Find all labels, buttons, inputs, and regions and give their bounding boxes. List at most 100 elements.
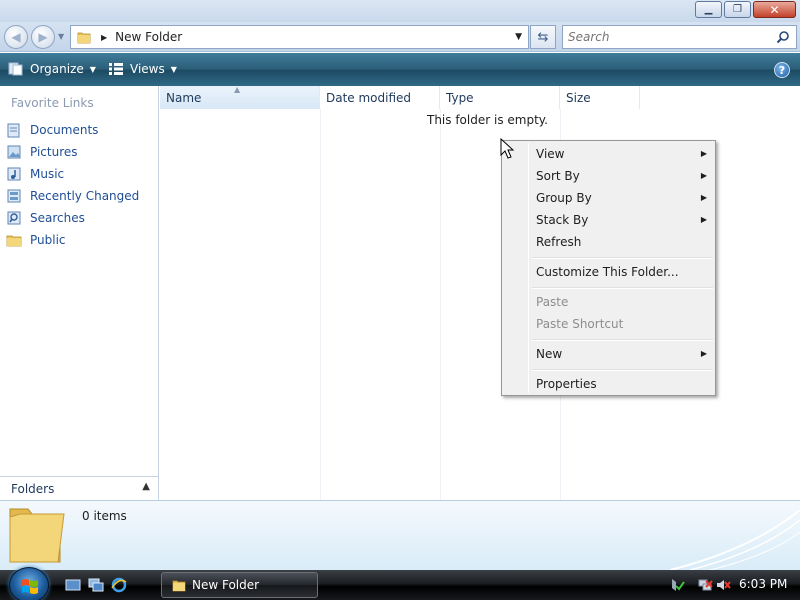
menu-item-label: Group By [536, 191, 592, 205]
search-box[interactable] [562, 25, 797, 49]
security-shield-icon[interactable] [669, 577, 685, 593]
nav-item-label: Recently Changed [30, 189, 140, 203]
submenu-arrow-icon: ▶ [700, 171, 707, 180]
column-headers: ▲ Name Date modified Type Size [160, 85, 800, 109]
nav-item-pictures[interactable]: Pictures [6, 141, 139, 163]
nav-item-documents[interactable]: Documents [6, 119, 139, 141]
column-header-name[interactable]: ▲ Name [160, 85, 320, 109]
organize-icon [8, 62, 23, 76]
back-arrow-icon: ◀ [11, 30, 21, 44]
nav-item-public[interactable]: Public [6, 229, 139, 251]
menu-separator [532, 339, 713, 341]
maximize-button[interactable]: ❐ [724, 1, 751, 18]
menu-item-paste-shortcut[interactable]: Paste Shortcut [504, 313, 713, 335]
folders-toggle[interactable]: Folders ▲ [0, 476, 158, 500]
show-desktop-icon[interactable] [65, 577, 81, 593]
nav-item-label: Public [30, 233, 66, 247]
menu-item-label: Paste Shortcut [536, 317, 624, 331]
column-header-date-modified[interactable]: Date modified [320, 86, 440, 109]
folder-icon [172, 580, 186, 592]
command-toolbar: Organize ▼ Views ▼ ? [0, 53, 800, 86]
address-bar[interactable]: ▶ New Folder ▼ [70, 25, 529, 49]
nav-item-recently-changed[interactable]: Recently Changed [6, 185, 139, 207]
submenu-arrow-icon: ▶ [700, 149, 707, 158]
chevron-up-icon[interactable]: ▲ [142, 481, 150, 492]
taskbar-button-new-folder[interactable]: New Folder [161, 572, 318, 598]
decorative-swoosh [669, 510, 800, 570]
breadcrumb-new-folder[interactable]: New Folder [115, 30, 182, 44]
taskbar: New Folder 6:03 PM [0, 567, 800, 600]
address-dropdown-icon[interactable]: ▼ [515, 32, 522, 42]
menu-item-label: Paste [536, 295, 569, 309]
search-icon[interactable] [776, 30, 790, 44]
menu-item-view[interactable]: View ▶ [504, 143, 713, 165]
address-row: ◀ ▶ ▼ ▶ New Folder ▼ ⇆ [0, 22, 800, 52]
submenu-arrow-icon: ▶ [700, 193, 707, 202]
views-dropdown-icon[interactable]: ▼ [171, 65, 177, 74]
help-button[interactable]: ? [774, 62, 790, 78]
organize-button[interactable]: Organize ▼ [8, 62, 96, 76]
menu-item-customize-this-folder[interactable]: Customize This Folder... [504, 261, 713, 283]
menu-item-label: Refresh [536, 235, 582, 249]
close-button[interactable]: ✕ [753, 1, 796, 18]
submenu-arrow-icon: ▶ [700, 349, 707, 358]
switch-windows-icon[interactable] [88, 577, 104, 593]
details-pane: 0 items [0, 500, 800, 570]
forward-arrow-icon: ▶ [38, 30, 48, 44]
column-divider [320, 109, 321, 500]
documents-icon [7, 123, 20, 138]
back-button[interactable]: ◀ [4, 25, 28, 49]
taskbar-button-label: New Folder [192, 578, 260, 592]
recent-pages-dropdown-icon[interactable]: ▼ [58, 32, 64, 41]
menu-item-stack-by[interactable]: Stack By ▶ [504, 209, 713, 231]
search-input[interactable] [568, 30, 768, 44]
nav-item-label: Searches [30, 211, 85, 225]
breadcrumb-arrow-icon[interactable]: ▶ [101, 33, 107, 42]
volume-muted-icon[interactable] [715, 577, 731, 593]
column-header-label: Date modified [326, 91, 412, 105]
nav-item-searches[interactable]: Searches [6, 207, 139, 229]
column-header-type[interactable]: Type [440, 86, 560, 109]
internet-explorer-icon[interactable] [111, 577, 127, 593]
pictures-icon [7, 145, 21, 159]
views-button[interactable]: Views ▼ [108, 62, 177, 76]
menu-item-group-by[interactable]: Group By ▶ [504, 187, 713, 209]
system-tray: 6:03 PM [665, 570, 800, 600]
menu-item-refresh[interactable]: Refresh [504, 231, 713, 253]
favorite-links-heading: Favorite Links [11, 96, 94, 110]
menu-item-sort-by[interactable]: Sort By ▶ [504, 165, 713, 187]
menu-item-new[interactable]: New ▶ [504, 343, 713, 365]
start-button[interactable] [9, 567, 49, 600]
nav-item-label: Pictures [30, 145, 78, 159]
menu-item-label: Customize This Folder... [536, 265, 679, 279]
refresh-button[interactable]: ⇆ [530, 25, 556, 49]
close-icon: ✕ [769, 2, 780, 17]
nav-item-music[interactable]: Music [6, 163, 139, 185]
forward-button[interactable]: ▶ [31, 25, 55, 49]
organize-dropdown-icon: ▼ [89, 64, 96, 74]
clock[interactable]: 6:03 PM [739, 577, 787, 591]
menu-item-label: Properties [536, 377, 597, 391]
menu-item-properties[interactable]: Properties [504, 373, 713, 395]
item-count: 0 items [82, 509, 127, 523]
menu-item-label: View [536, 147, 565, 161]
music-icon [7, 167, 21, 181]
menu-item-label: New [536, 347, 563, 361]
nav-item-label: Music [30, 167, 65, 181]
restore-icon: ❐ [733, 3, 742, 15]
title-bar: ▁ ❐ ✕ [0, 0, 800, 22]
context-menu: View ▶ Sort By ▶ Group By ▶ Stack By ▶ R… [501, 140, 716, 396]
minimize-button[interactable]: ▁ [695, 1, 722, 18]
menu-item-label: Stack By [536, 213, 589, 227]
organize-label: Organize [30, 62, 84, 76]
menu-item-paste[interactable]: Paste [504, 291, 713, 313]
network-icon[interactable] [697, 577, 713, 593]
folders-label: Folders [11, 482, 55, 496]
menu-separator [532, 287, 713, 289]
public-folder-icon [6, 235, 22, 247]
views-label: Views [130, 62, 165, 76]
column-header-size[interactable]: Size [560, 86, 640, 109]
sort-ascending-icon: ▲ [234, 85, 241, 94]
navigation-pane: Favorite Links Documents Pictures Music [0, 86, 159, 500]
recently-changed-icon [7, 189, 21, 203]
